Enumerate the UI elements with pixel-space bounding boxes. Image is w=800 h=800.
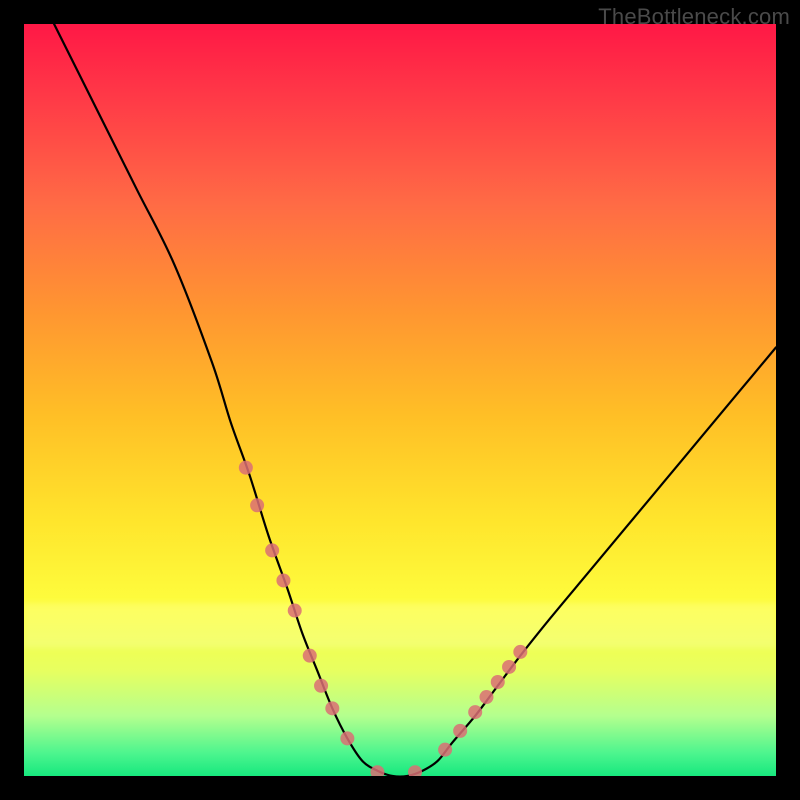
plot-area [24, 24, 776, 776]
marker-dot [370, 765, 384, 776]
marker-dot [314, 679, 328, 693]
marker-dot [340, 731, 354, 745]
marker-dots [239, 461, 527, 776]
marker-dot [468, 705, 482, 719]
curve-layer [24, 24, 776, 776]
marker-dot [239, 461, 253, 475]
marker-dot [250, 498, 264, 512]
marker-dot [408, 765, 422, 776]
marker-dot [303, 649, 317, 663]
marker-dot [276, 573, 290, 587]
chart-frame: TheBottleneck.com [0, 0, 800, 800]
marker-dot [491, 675, 505, 689]
marker-dot [502, 660, 516, 674]
marker-dot [438, 743, 452, 757]
watermark-text: TheBottleneck.com [598, 4, 790, 30]
marker-dot [479, 690, 493, 704]
marker-dot [453, 724, 467, 738]
marker-dot [265, 543, 279, 557]
marker-dot [288, 604, 302, 618]
marker-dot [325, 701, 339, 715]
marker-dot [513, 645, 527, 659]
bottleneck-curve [54, 24, 776, 776]
